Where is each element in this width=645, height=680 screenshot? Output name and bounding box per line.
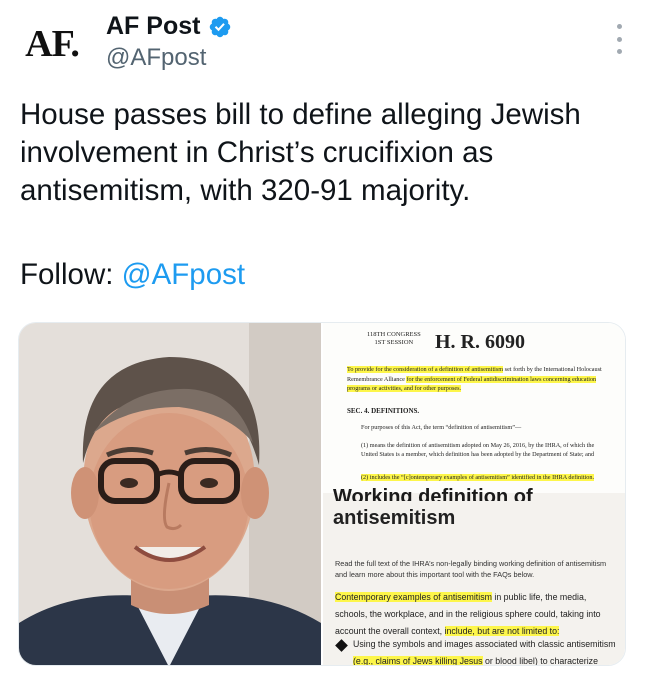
portrait-photo[interactable] <box>19 323 321 665</box>
bill-number: H. R. 6090 <box>435 331 525 353</box>
session-line: 1ST SESSION <box>374 339 414 346</box>
ihra-highlight-1: Contemporary examples of antisemitism <box>335 592 492 602</box>
ihra-title-cut: Working definition of <box>333 487 533 501</box>
ihra-title: antisemitism <box>333 507 456 529</box>
definition-item-2-highlight: (2) includes the “[c]ontemporary example… <box>361 474 594 481</box>
follow-handle-link[interactable]: @AFpost <box>122 258 245 291</box>
document-collage[interactable]: 118TH CONGRESS 1ST SESSION H. R. 6090 To… <box>323 323 625 666</box>
ihra-examples-text: Contemporary examples of antisemitism in… <box>335 589 621 640</box>
author-name-row: AF Post <box>106 12 232 41</box>
ihra-bullet-item: Using the symbols and images associated … <box>335 636 621 666</box>
avatar-logo-text: AF. <box>25 23 80 65</box>
media-attachment[interactable]: 118TH CONGRESS 1ST SESSION H. R. 6090 To… <box>18 322 626 666</box>
more-options-icon[interactable] <box>615 24 623 54</box>
definition-item-2: (2) includes the “[c]ontemporary example… <box>361 473 611 482</box>
bullet-text-pre: Using the symbols and images associated … <box>353 639 616 649</box>
tweet-text: House passes bill to define alleging Jew… <box>20 98 581 207</box>
congress-line: 118TH CONGRESS <box>367 331 421 338</box>
bill-purpose: To provide for the consideration of a de… <box>347 365 605 394</box>
bill-document: 118TH CONGRESS 1ST SESSION H. R. 6090 To… <box>323 323 625 493</box>
ihra-intro: Read the full text of the IHRA’s non-leg… <box>335 559 607 579</box>
section-heading: SEC. 4. DEFINITIONS. <box>347 407 420 415</box>
avatar[interactable]: AF. <box>16 14 88 74</box>
verified-badge-icon <box>210 16 231 37</box>
purpose-highlight-1: To provide for the consideration of a de… <box>347 366 504 373</box>
definition-item-1: (1) means the definition of antisemitism… <box>361 442 595 458</box>
congress-session: 118TH CONGRESS 1ST SESSION <box>367 331 421 347</box>
follow-prefix: Follow: <box>20 258 122 291</box>
handle[interactable]: @AFpost <box>106 44 206 72</box>
ihra-document: Working definition of antisemitism Read … <box>323 487 625 666</box>
bullet-highlight: (e.g., claims of Jews killing Jesus <box>353 656 483 666</box>
display-name[interactable]: AF Post <box>106 12 200 41</box>
follow-line: Follow: @AFpost <box>20 256 245 294</box>
portrait-illustration <box>19 323 321 665</box>
ihra-highlight-2: include, but are not limited to: <box>444 626 560 636</box>
definition-intro: For purposes of this Act, the term “defi… <box>361 424 522 431</box>
